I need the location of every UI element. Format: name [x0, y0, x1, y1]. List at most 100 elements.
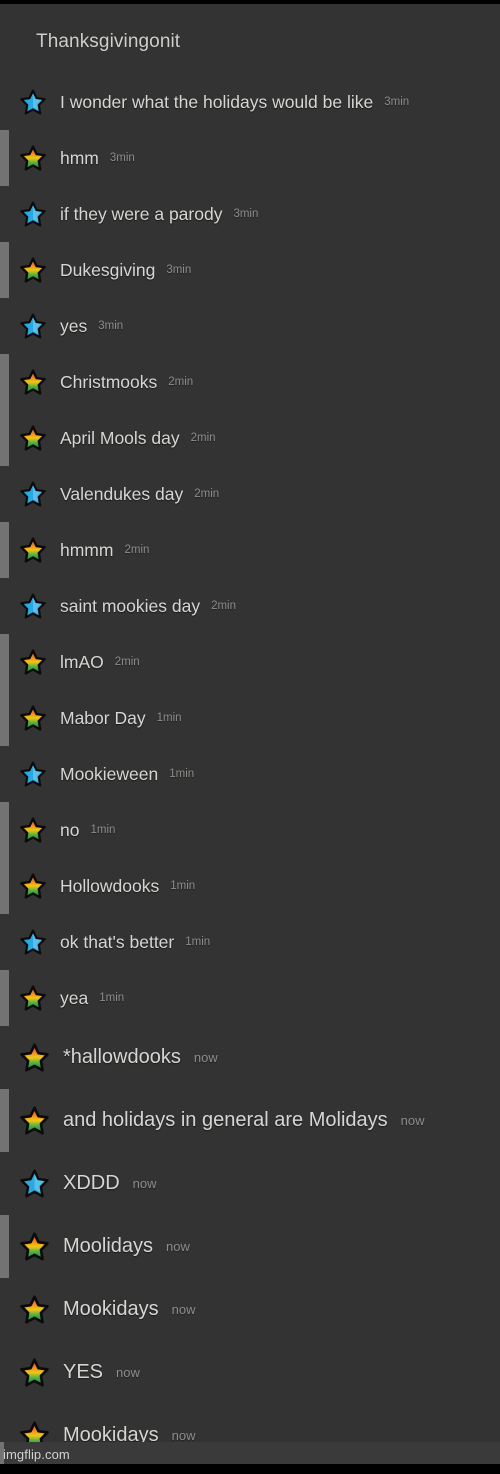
rainbow-star-avatar — [20, 1043, 49, 1072]
message-timestamp: 2min — [124, 544, 150, 556]
message-row[interactable]: Valendukes day 2min — [0, 466, 500, 522]
rainbow-star-icon[interactable] — [20, 1358, 63, 1387]
blue-star-icon[interactable] — [20, 481, 60, 507]
rainbow-star-avatar — [20, 985, 46, 1011]
rainbow-star-icon[interactable] — [20, 1043, 63, 1072]
rainbow-star-icon[interactable] — [20, 537, 60, 563]
rainbow-star-avatar — [20, 1106, 49, 1135]
message-row[interactable]: and holidays in general are Molidays now — [0, 1089, 500, 1152]
message-text: Hollowdooks — [60, 876, 160, 896]
message-row[interactable]: hmm 3min — [0, 130, 500, 186]
message-timestamp: 1min — [99, 992, 125, 1004]
blue-star-icon[interactable] — [20, 201, 60, 227]
blue-star-icon[interactable] — [20, 89, 60, 115]
message-timestamp: 1min — [185, 936, 211, 948]
rainbow-star-avatar — [20, 649, 46, 675]
message-row[interactable]: YES now — [0, 1341, 500, 1404]
message-text: lmAO — [60, 652, 104, 672]
rainbow-star-icon[interactable] — [20, 817, 60, 843]
rainbow-star-icon[interactable] — [20, 649, 60, 675]
watermark-strip: imgflip.com — [0, 1442, 500, 1464]
message-text: ok that's better — [60, 932, 175, 952]
message-row[interactable]: lmAO 2min — [0, 634, 500, 690]
row-edge-marker — [0, 410, 9, 466]
rainbow-star-icon[interactable] — [20, 257, 60, 283]
message-row[interactable]: no 1min — [0, 802, 500, 858]
message-text: saint mookies day — [60, 596, 201, 616]
message-timestamp: now — [171, 1427, 196, 1443]
blue-star-icon[interactable] — [20, 1169, 63, 1198]
message-row[interactable]: Moolidays now — [0, 1215, 500, 1278]
message-row[interactable]: yes 3min — [0, 298, 500, 354]
blue-star-icon[interactable] — [20, 761, 60, 787]
message-row[interactable]: April Mools day 2min — [0, 410, 500, 466]
message-text: *hallowdooks — [63, 1046, 181, 1068]
row-edge-marker — [0, 970, 9, 1026]
blue-star-avatar — [20, 201, 46, 227]
message-row[interactable]: *hallowdooks now — [0, 1026, 500, 1089]
row-edge-marker — [0, 354, 9, 410]
blue-star-avatar — [20, 593, 46, 619]
message-timestamp: 2min — [190, 432, 216, 444]
message-text: and holidays in general are Molidays — [63, 1109, 388, 1131]
message-timestamp: now — [400, 1112, 425, 1128]
message-row[interactable]: Mookidays now — [0, 1278, 500, 1341]
rainbow-star-icon[interactable] — [20, 425, 60, 451]
message-timestamp: 3min — [109, 152, 135, 164]
rainbow-star-avatar — [20, 257, 46, 283]
rainbow-star-avatar — [20, 1232, 49, 1261]
message-text: if they were a parody — [60, 204, 223, 224]
message-row[interactable]: XDDD now — [0, 1152, 500, 1215]
rainbow-star-icon[interactable] — [20, 1106, 63, 1135]
blue-star-avatar — [20, 929, 46, 955]
message-timestamp: 3min — [166, 264, 192, 276]
screenshot-root: Thanksgivingonit I wonder what the holid… — [0, 0, 500, 1474]
message-row[interactable]: Christmooks 2min — [0, 354, 500, 410]
rainbow-star-avatar — [20, 873, 46, 899]
chat-panel: Thanksgivingonit I wonder what the holid… — [0, 4, 500, 1464]
message-row[interactable]: saint mookies day 2min — [0, 578, 500, 634]
message-text: Mookidays — [63, 1298, 159, 1320]
rainbow-star-icon[interactable] — [20, 985, 60, 1011]
message-row[interactable]: hmmm 2min — [0, 522, 500, 578]
message-row[interactable]: Mabor Day 1min — [0, 690, 500, 746]
message-row[interactable]: Mookieween 1min — [0, 746, 500, 802]
message-text: XDDD — [63, 1172, 120, 1194]
blue-star-icon[interactable] — [20, 313, 60, 339]
message-text: Christmooks — [60, 372, 158, 392]
message-timestamp: 3min — [384, 96, 410, 108]
rainbow-star-icon[interactable] — [20, 705, 60, 731]
message-timestamp: now — [166, 1238, 190, 1254]
message-text: yea — [60, 988, 89, 1008]
rainbow-star-avatar — [20, 145, 46, 171]
message-text: Valendukes day — [60, 484, 184, 504]
blue-star-avatar — [20, 1169, 49, 1198]
message-text: April Mools day — [60, 428, 180, 448]
rainbow-star-icon[interactable] — [20, 145, 60, 171]
message-timestamp: 1min — [156, 712, 182, 724]
message-row[interactable]: ok that's better 1min — [0, 914, 500, 970]
blue-star-icon[interactable] — [20, 929, 60, 955]
rainbow-star-icon[interactable] — [20, 369, 60, 395]
message-timestamp: 3min — [233, 208, 259, 220]
row-edge-marker — [0, 242, 9, 298]
message-row[interactable]: yea 1min — [0, 970, 500, 1026]
message-row[interactable]: Hollowdooks 1min — [0, 858, 500, 914]
row-edge-marker — [0, 858, 9, 914]
thread-title: Thanksgivingonit — [36, 31, 181, 52]
message-row[interactable]: if they were a parody 3min — [0, 186, 500, 242]
rainbow-star-icon[interactable] — [20, 873, 60, 899]
message-timestamp: 1min — [170, 880, 196, 892]
rainbow-star-avatar — [20, 537, 46, 563]
rainbow-star-avatar — [20, 1295, 49, 1324]
rainbow-star-icon[interactable] — [20, 1232, 63, 1261]
rainbow-star-icon[interactable] — [20, 1295, 63, 1324]
message-text: no — [60, 820, 80, 840]
message-text: hmmm — [60, 540, 114, 560]
blue-star-avatar — [20, 313, 46, 339]
message-timestamp: 3min — [98, 320, 124, 332]
blue-star-icon[interactable] — [20, 593, 60, 619]
row-edge-marker — [0, 130, 9, 186]
message-row[interactable]: I wonder what the holidays would be like… — [0, 74, 500, 130]
message-row[interactable]: Dukesgiving 3min — [0, 242, 500, 298]
